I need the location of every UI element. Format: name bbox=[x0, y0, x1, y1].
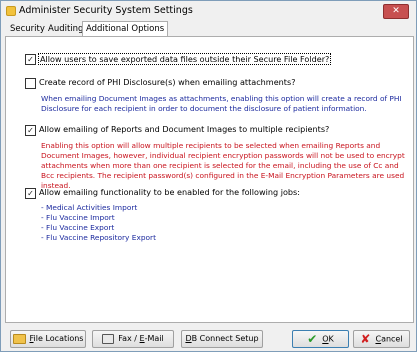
job-list-item: - Medical Activities Import bbox=[41, 203, 138, 212]
job-list-item: - Flu Vaccine Repository Export bbox=[41, 233, 156, 242]
job-list-item: - Flu Vaccine Export bbox=[41, 223, 115, 232]
allow-save-outside-label[interactable]: Allow users to save exported data files … bbox=[38, 53, 332, 65]
tab-additional-options[interactable]: Additional Options bbox=[82, 21, 169, 36]
tab-auditing[interactable]: Auditing bbox=[45, 23, 86, 35]
options-panel: ✓ Allow users to save exported data file… bbox=[5, 36, 414, 323]
checkmark-icon: ✔ bbox=[307, 332, 318, 346]
tab-security[interactable]: Security bbox=[7, 23, 48, 35]
db-connect-setup-button[interactable]: DB Connect Setup bbox=[181, 330, 263, 348]
phi-record-checkbox[interactable] bbox=[25, 78, 36, 89]
app-icon bbox=[6, 6, 16, 16]
folder-icon bbox=[12, 333, 26, 344]
fax-icon bbox=[102, 333, 115, 344]
x-icon: ✘ bbox=[360, 332, 371, 346]
tab-strip: Security Auditing Additional Options bbox=[5, 21, 413, 36]
settings-dialog: Administer Security System Settings ✕ Se… bbox=[0, 0, 417, 352]
job-list-item: - Flu Vaccine Import bbox=[41, 213, 115, 222]
multi-recipients-checkbox[interactable]: ✓ bbox=[25, 125, 36, 136]
phi-record-label[interactable]: Create record of PHI Disclosure(s) when … bbox=[39, 77, 296, 87]
email-jobs-checkbox[interactable]: ✓ bbox=[25, 188, 36, 199]
file-locations-button[interactable]: File Locations bbox=[10, 330, 86, 348]
fax-email-button[interactable]: Fax / E-Mail bbox=[92, 330, 174, 348]
multi-recipients-warning: Enabling this option will allow multiple… bbox=[41, 141, 405, 190]
cancel-button[interactable]: ✘ Cancel bbox=[353, 330, 410, 348]
allow-save-outside-checkbox[interactable]: ✓ bbox=[25, 54, 36, 65]
title-bar: Administer Security System Settings ✕ bbox=[1, 1, 416, 20]
multi-recipients-label[interactable]: Allow emailing of Reports and Document I… bbox=[39, 124, 329, 134]
ok-button[interactable]: ✔ OK bbox=[292, 330, 349, 348]
email-jobs-label[interactable]: Allow emailing functionality to be enabl… bbox=[39, 187, 300, 197]
phi-record-description: When emailing Document Images as attachm… bbox=[41, 94, 402, 113]
close-button[interactable]: ✕ bbox=[383, 4, 409, 19]
window-title: Administer Security System Settings bbox=[19, 5, 193, 16]
